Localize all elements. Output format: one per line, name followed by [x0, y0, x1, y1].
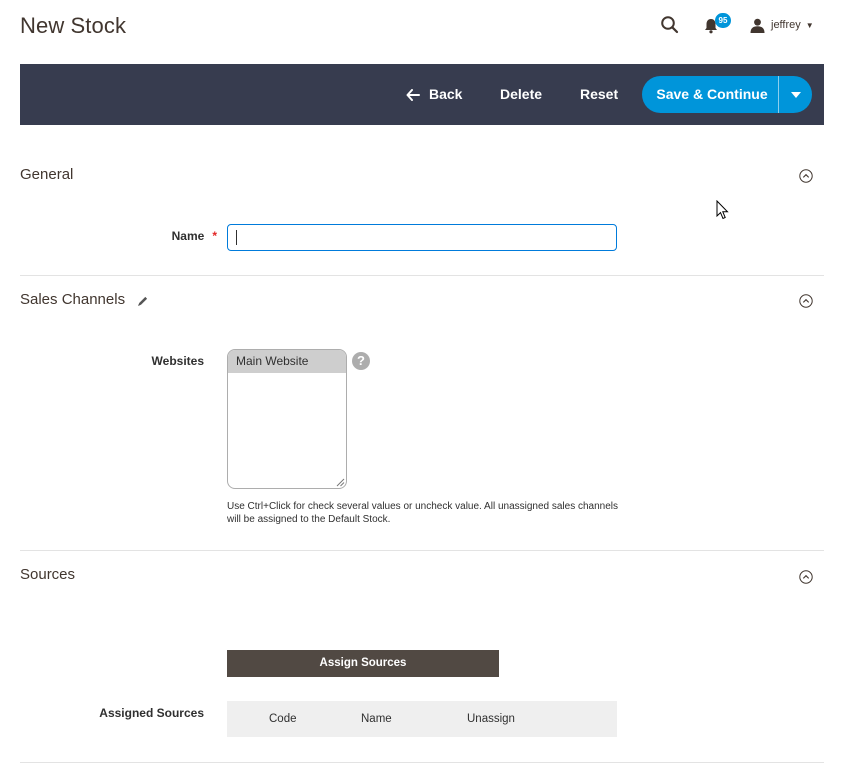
websites-option-main-website[interactable]: Main Website: [228, 350, 346, 373]
assigned-sources-grid-header: Code Name Unassign: [227, 701, 617, 737]
save-options-toggle[interactable]: [778, 76, 812, 113]
section-title-general[interactable]: General: [20, 166, 73, 183]
delete-button[interactable]: Delete: [500, 64, 542, 125]
column-header-code[interactable]: Code: [269, 701, 297, 737]
column-header-unassign: Unassign: [467, 713, 515, 725]
arrow-left-icon: [406, 88, 420, 101]
page-title: New Stock: [20, 13, 127, 38]
column-header-name[interactable]: Name: [361, 701, 392, 737]
section-title-sales-channels[interactable]: Sales Channels: [20, 291, 125, 308]
notifications-button[interactable]: 95: [704, 13, 731, 35]
page-actions-toolbar: Back Delete Reset Save & Continue: [20, 64, 824, 125]
back-button[interactable]: Back: [406, 64, 462, 125]
resize-handle-icon[interactable]: [336, 478, 345, 487]
user-menu[interactable]: jeffrey ▼: [750, 16, 814, 34]
collapse-sources-icon[interactable]: [799, 570, 813, 584]
assign-sources-button[interactable]: Assign Sources: [227, 650, 499, 677]
back-label: Back: [429, 86, 463, 102]
mouse-cursor-icon: [716, 200, 729, 220]
caret-down-icon: ▼: [805, 20, 814, 30]
save-continue-button[interactable]: Save & Continue: [642, 76, 778, 113]
help-icon[interactable]: ?: [352, 352, 370, 370]
section-divider: [20, 550, 824, 551]
required-marker: *: [212, 229, 217, 243]
search-icon[interactable]: [660, 15, 680, 35]
save-continue-button-group: Save & Continue: [642, 76, 812, 113]
pencil-icon[interactable]: [137, 294, 149, 306]
assigned-sources-label: Assigned Sources: [99, 706, 204, 720]
name-input[interactable]: [227, 224, 617, 251]
reset-button[interactable]: Reset: [580, 64, 618, 125]
caret-down-icon: [790, 91, 801, 98]
name-label: Name *: [171, 229, 217, 243]
websites-note: Use Ctrl+Click for check several values …: [227, 501, 619, 525]
section-divider: [20, 762, 824, 763]
collapse-general-icon[interactable]: [799, 169, 813, 183]
websites-multiselect[interactable]: Main Website: [227, 349, 347, 489]
notifications-badge: 95: [715, 13, 731, 28]
username: jeffrey: [771, 19, 801, 31]
text-caret: [236, 230, 237, 245]
collapse-sales-channels-icon[interactable]: [799, 294, 813, 308]
user-icon: [750, 18, 765, 33]
section-title-sources[interactable]: Sources: [20, 566, 75, 583]
websites-label: Websites: [151, 354, 204, 368]
section-divider: [20, 275, 824, 276]
